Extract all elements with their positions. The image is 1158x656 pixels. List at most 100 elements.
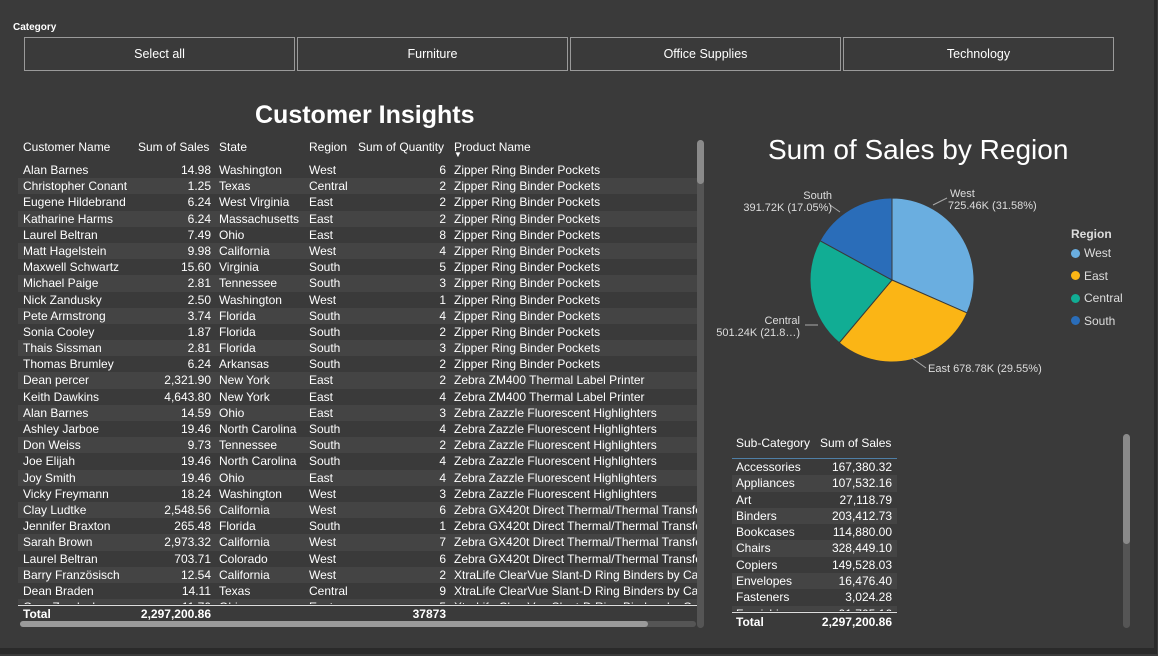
cell-product-name: Zebra ZM400 Thermal Label Printer [454,373,645,388]
legend-item[interactable]: South [1071,314,1115,328]
legend-label: Central [1084,291,1123,305]
cell-quantity: 2 [439,567,446,582]
table-row[interactable]: Sarah Brown 2,973.32 California West 7 Zebra … [18,534,698,551]
cell-sales: 19.46 [180,454,211,469]
cell-sales: 4,643.80 [164,389,211,404]
table-vertical-scrollbar[interactable] [697,140,704,628]
cell-sales: 6.24 [187,357,211,372]
cell-sales: 2.81 [187,276,211,291]
table-horizontal-scrollbar[interactable] [20,621,696,627]
cell-region: West [309,551,337,566]
cell-quantity: 3 [439,486,446,501]
cell-sub-sales: 107,532.16 [831,476,892,491]
header-customer-name[interactable]: Customer Name [23,140,110,154]
table-row[interactable]: Gary Zandusky11.70OhioEast5XtraLife Clea… [18,599,698,604]
table-row[interactable]: Thomas Brumley 6.24 Arkansas South 2 Zipper R… [18,356,698,373]
table-row[interactable]: Dean Braden 14.11 Texas Central 9 XtraLife Cl… [18,582,698,600]
cell-region: Central [309,583,348,598]
table-row[interactable]: Alan Barnes 14.59 Ohio East 3 Zebra Zazzle Fl… [18,404,698,421]
cell-state: North Carolina [219,422,297,436]
cell-sales: 15.60 [180,260,211,275]
cell-region: West [309,292,337,307]
cell-quantity: 2 [439,438,446,453]
subcategory-row[interactable]: Accessories 167,380.32 [732,459,897,475]
cell-region: Central [309,179,348,194]
cell-region: West [309,486,337,501]
subcategory-row[interactable]: Art 27,118.79 [732,492,897,508]
subcategory-row[interactable]: Envelopes 16,476.40 [732,573,897,590]
table-row[interactable]: Thais Sissman 2.81 Florida South 3 Zipper Rin… [18,340,698,357]
table-row[interactable]: Laurel Beltran 7.49 Ohio East 8 Zipper Ring B… [18,226,698,243]
table-row[interactable]: Eugene Hildebrand 6.24 West Virginia East 2 Z… [18,194,698,211]
header-region[interactable]: Region [309,140,347,154]
table-row[interactable]: Katharine Harms 6.24 Massachusetts East 2 Zip… [18,210,698,227]
table-row[interactable]: Matt Hagelstein 9.98 California West 4 Zipper… [18,242,698,260]
slicer-furniture[interactable]: Furniture [297,37,568,71]
table-body: Alan Barnes 14.98 Washington West 6 Zipper Ri… [18,162,698,604]
header-product-name[interactable]: Product Name [454,140,531,154]
header-sum-of-sales[interactable]: Sum of Sales [138,140,209,154]
table-row[interactable]: Vicky Freymann 18.24 Washington West 3 Zebra … [18,485,698,502]
legend-item[interactable]: West [1071,246,1111,260]
sort-desc-icon[interactable]: ▼ [454,150,462,159]
scrollbar-thumb[interactable] [20,621,648,627]
table-row[interactable]: Clay Ludtke 2,548.56 California West 6 Zebra … [18,501,698,519]
table-row[interactable]: Joe Elijah 19.46 North Carolina South 4 Zebra… [18,453,698,470]
table-row[interactable]: Christopher Conant 1.25 Texas Central 2 Zippe… [18,178,698,195]
subcategory-total-row: Total 2,297,200.86 [732,612,897,630]
subcategory-row[interactable]: Furnishings 91,705.16 [732,605,897,611]
subcategory-row[interactable]: Binders 203,412.73 [732,507,897,525]
table-row[interactable]: Michael Paige 2.81 Tennessee South 3 Zipper R… [18,275,698,292]
cell-quantity: 5 [439,260,446,275]
subcategory-row[interactable]: Copiers 149,528.03 [732,557,897,573]
table-row[interactable]: Alan Barnes 14.98 Washington West 6 Zipper Ri… [18,162,698,179]
table-row[interactable]: Don Weiss 9.73 Tennessee South 2 Zebra Zazzle… [18,437,698,454]
cell-sub-sales: 114,880.00 [832,525,892,540]
scrollbar-thumb[interactable] [1123,434,1130,544]
table-row[interactable]: Joy Smith 19.46 Ohio East 4 Zebra Zazzle Fluo… [18,469,698,486]
subcategory-row[interactable]: Bookcases 114,880.00 [732,524,897,540]
slicer-select-all[interactable]: Select all [24,37,295,71]
cell-state: Texas [219,179,251,194]
table-row[interactable]: Keith Dawkins 4,643.80 New York East 4 Zebra … [18,388,698,405]
header-sub-sales[interactable]: Sum of Sales [820,436,891,450]
table-row[interactable]: Sonia Cooley 1.87 Florida South 2 Zipper Ring… [18,323,698,341]
legend-swatch [1071,293,1080,303]
legend-item[interactable]: Central [1071,291,1123,305]
cell-region: South [309,438,341,453]
table-row[interactable]: Jennifer Braxton 265.48 Florida South 1 Zebra… [18,518,698,535]
cell-quantity: 5 [363,600,446,604]
subcategory-row[interactable]: Chairs 328,449.10 [732,540,897,557]
cell-state: Massachusetts [219,211,300,226]
header-sum-of-quantity[interactable]: Sum of Quantity [358,140,444,154]
cell-region: East [309,389,334,404]
subcategory-row[interactable]: Appliances 107,532.16 [732,475,897,492]
table-row[interactable]: Barry Französisch 12.54 California West 2 Xtr… [18,566,698,583]
header-sub-category[interactable]: Sub-Category [736,436,810,450]
cell-state: Washington [219,486,282,501]
subcategory-row[interactable]: Fasteners 3,024.28 [732,589,897,605]
cell-product-name: XtraLife ClearVue Slant-D Ring Binders b… [454,567,698,582]
table-row[interactable]: Pete Armstrong 3.74 Florida South 4 Zipper Ri… [18,307,698,324]
table-row[interactable]: Dean percer 2,321.90 New York East 2 Zebra ZM… [18,372,698,389]
cell-sales: 9.73 [187,438,211,453]
subcategory-vertical-scrollbar[interactable] [1123,434,1130,628]
header-state[interactable]: State [219,140,247,154]
scrollbar-thumb[interactable] [697,140,704,184]
cell-product-name: Zebra Zazzle Fluorescent Highlighters [454,405,657,420]
cell-region: South [309,422,341,436]
table-row[interactable]: Maxwell Schwartz 15.60 Virginia South 5 Zippe… [18,259,698,276]
cell-quantity: 2 [439,357,446,372]
table-row[interactable]: Laurel Beltran 703.71 Colorado West 6 Zebra G… [18,550,698,567]
slicer-technology[interactable]: Technology [843,37,1114,71]
sub-total-label: Total [736,615,764,629]
legend-item[interactable]: East [1071,269,1108,283]
cell-state: Arkansas [219,357,270,372]
slicer-office-supplies[interactable]: Office Supplies [570,37,841,71]
cell-product-name: Zipper Ring Binder Pockets [454,243,601,258]
cell-region: East [309,373,334,388]
cell-sales: 1.25 [187,179,211,194]
table-row[interactable]: Nick Zandusky 2.50 Washington West 1 Zipper R… [18,291,698,308]
table-header: Customer Name Sum of Sales State Region … [18,136,698,163]
table-row[interactable]: Ashley Jarboe 19.46 North Carolina South 4 Ze… [18,421,698,438]
